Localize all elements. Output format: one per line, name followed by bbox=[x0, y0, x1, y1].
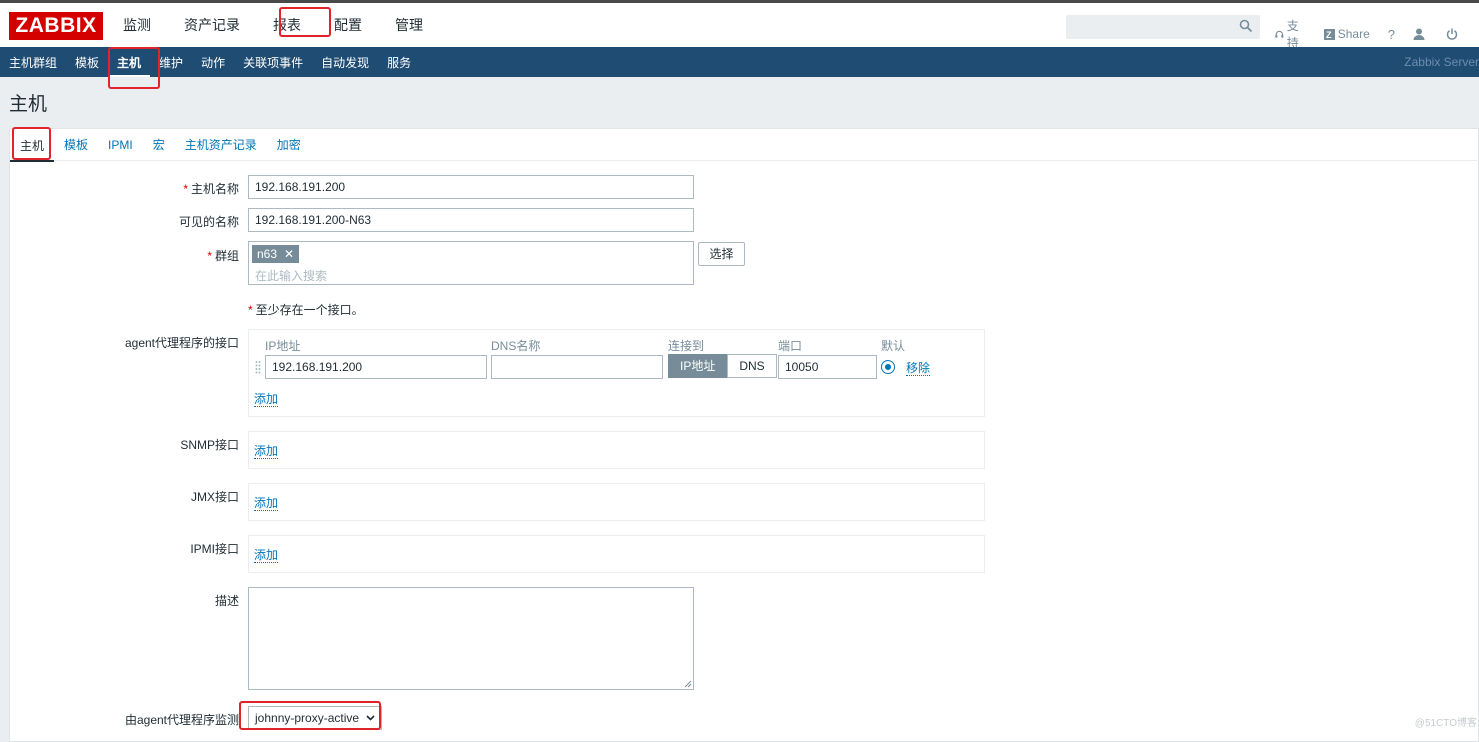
logout-link[interactable] bbox=[1446, 28, 1461, 40]
visible-name-label: 可见的名称 bbox=[178, 215, 239, 229]
watermark: @51CTO博客 bbox=[1414, 718, 1477, 729]
required-marker: * bbox=[248, 303, 253, 317]
headset-icon bbox=[1275, 30, 1284, 38]
proxy-select-value: johnny-proxy-active bbox=[255, 711, 360, 725]
share-link[interactable]: Z Share bbox=[1323, 27, 1370, 41]
groups-label: * 群组 bbox=[10, 247, 239, 264]
svg-text:Z: Z bbox=[1326, 30, 1332, 40]
help-link[interactable]: ? bbox=[1388, 27, 1395, 42]
snmp-interface-box bbox=[248, 431, 985, 469]
user-icon bbox=[1413, 28, 1425, 40]
close-icon[interactable]: ✕ bbox=[284, 245, 294, 263]
page-header: 主机 bbox=[0, 77, 1479, 128]
default-interface-radio[interactable] bbox=[881, 360, 895, 374]
col-dns-header: DNS名称 bbox=[491, 339, 541, 353]
add-ipmi-interface-link[interactable]: 添加 bbox=[254, 548, 279, 563]
col-ip-header: IP地址 bbox=[265, 339, 301, 353]
zabbix-logo[interactable]: ZABBIX bbox=[9, 12, 103, 40]
subnav-correlation[interactable]: 关联项事件 bbox=[234, 54, 312, 71]
menu-inventory[interactable]: 资产记录 bbox=[174, 15, 240, 35]
drag-handle-icon[interactable] bbox=[255, 360, 261, 374]
power-icon bbox=[1446, 28, 1458, 40]
required-marker: * bbox=[207, 249, 212, 263]
agent-interface-label: agent代理程序的接口 bbox=[124, 336, 239, 350]
subnav-actions[interactable]: 动作 bbox=[192, 54, 234, 71]
description-textarea[interactable] bbox=[248, 587, 694, 690]
description-label: 描述 bbox=[214, 594, 239, 608]
menu-configuration[interactable]: 配置 bbox=[324, 15, 362, 35]
ipmi-interface-box bbox=[248, 535, 985, 573]
menu-administration[interactable]: 管理 bbox=[385, 15, 423, 35]
top-bar: ZABBIX 监测 资产记录 报表 配置 管理 支持 Z Share ? bbox=[0, 0, 1479, 50]
agent-port-input[interactable]: 10050 bbox=[778, 355, 877, 379]
top-menu: 监测 资产记录 报表 配置 管理 bbox=[113, 3, 446, 47]
server-name: Zabbix Server bbox=[1404, 55, 1479, 69]
global-search-input[interactable] bbox=[1066, 15, 1260, 39]
col-port-header: 端口 bbox=[778, 339, 803, 353]
select-groups-button[interactable]: 选择 bbox=[698, 242, 745, 266]
groups-search-placeholder[interactable]: 在此输入搜索 bbox=[255, 267, 327, 284]
tab-host[interactable]: 主机 bbox=[10, 137, 55, 162]
group-chip: n63 ✕ bbox=[252, 245, 300, 263]
support-link[interactable]: 支持 bbox=[1275, 17, 1306, 51]
connect-to-toggle: IP地址 DNS bbox=[668, 354, 777, 378]
interface-required-note: * 至少存在一个接口。 bbox=[248, 301, 364, 318]
tab-ipmi[interactable]: IPMI bbox=[98, 138, 143, 152]
top-links: 支持 Z Share ? bbox=[1275, 17, 1479, 51]
host-name-label: * 主机名称 bbox=[10, 180, 239, 197]
interface-note-text: 至少存在一个接口。 bbox=[255, 303, 364, 317]
required-marker: * bbox=[183, 182, 188, 196]
agent-dns-input[interactable] bbox=[491, 355, 663, 379]
support-label: 支持 bbox=[1286, 19, 1299, 50]
snmp-interface-label: SNMP接口 bbox=[180, 438, 239, 452]
subnav-host-groups[interactable]: 主机群组 bbox=[0, 54, 66, 71]
monitored-by-proxy-label: 由agent代理程序监测 bbox=[124, 713, 239, 727]
subnav-discovery[interactable]: 自动发现 bbox=[312, 54, 378, 71]
remove-interface-link[interactable]: 移除 bbox=[906, 361, 931, 376]
host-name-input[interactable]: 192.168.191.200 bbox=[248, 175, 694, 199]
host-form-panel: 主机 模板 IPMI 宏 主机资产记录 加密 * 主机名称 192.168.191… bbox=[9, 128, 1479, 742]
share-icon: Z bbox=[1323, 28, 1335, 40]
groups-multiselect[interactable]: n63 ✕ 在此输入搜索 bbox=[248, 241, 694, 285]
profile-link[interactable] bbox=[1413, 28, 1428, 40]
help-icon: ? bbox=[1387, 26, 1395, 42]
agent-ip-input[interactable]: 192.168.191.200 bbox=[265, 355, 487, 379]
share-label: Share bbox=[1337, 27, 1370, 41]
connect-dns-button[interactable]: DNS bbox=[727, 354, 777, 378]
add-agent-interface-link[interactable]: 添加 bbox=[254, 392, 279, 407]
subnav-services[interactable]: 服务 bbox=[378, 54, 420, 71]
resize-grip-icon[interactable] bbox=[684, 680, 692, 688]
ipmi-interface-label: IPMI接口 bbox=[190, 542, 239, 556]
page-title: 主机 bbox=[9, 94, 48, 115]
subnav-maintenance[interactable]: 维护 bbox=[150, 54, 192, 71]
tab-inventory[interactable]: 主机资产记录 bbox=[175, 136, 267, 153]
chevron-down-icon bbox=[366, 715, 375, 721]
menu-reports[interactable]: 报表 bbox=[263, 15, 301, 35]
tab-encryption[interactable]: 加密 bbox=[267, 136, 311, 153]
visible-name-input[interactable]: 192.168.191.200-N63 bbox=[248, 208, 694, 232]
menu-monitoring[interactable]: 监测 bbox=[113, 15, 151, 35]
jmx-interface-box bbox=[248, 483, 985, 521]
sub-navigation: 主机群组 模板 主机 维护 动作 关联项事件 自动发现 服务 Zabbix Se… bbox=[0, 47, 1479, 77]
host-name-label-text: 主机名称 bbox=[190, 182, 239, 196]
jmx-interface-label: JMX接口 bbox=[190, 490, 239, 504]
connect-ip-button[interactable]: IP地址 bbox=[668, 354, 728, 378]
col-default-header: 默认 bbox=[881, 339, 906, 353]
groups-label-text: 群组 bbox=[214, 249, 239, 263]
proxy-select[interactable]: johnny-proxy-active bbox=[248, 706, 383, 730]
subnav-templates[interactable]: 模板 bbox=[66, 54, 108, 71]
group-chip-label: n63 bbox=[257, 247, 278, 261]
add-jmx-interface-link[interactable]: 添加 bbox=[254, 496, 279, 511]
tab-macros[interactable]: 宏 bbox=[143, 136, 175, 153]
search-icon[interactable] bbox=[1239, 19, 1253, 33]
tab-templates[interactable]: 模板 bbox=[54, 136, 98, 153]
add-snmp-interface-link[interactable]: 添加 bbox=[254, 444, 279, 459]
col-connect-header: 连接到 bbox=[668, 339, 705, 353]
form-tabs: 主机 模板 IPMI 宏 主机资产记录 加密 bbox=[10, 129, 1479, 162]
subnav-hosts[interactable]: 主机 bbox=[108, 54, 151, 77]
